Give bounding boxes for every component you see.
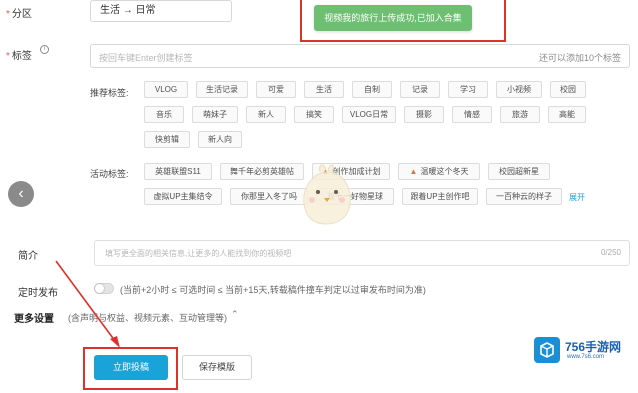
recommended-tag[interactable]: 情感	[452, 106, 492, 123]
recommended-tag[interactable]: VLOG	[144, 81, 188, 98]
annotation-arrow-icon	[55, 260, 120, 348]
upload-success-toast: 视频我的旅行上传成功,已加入合集	[314, 5, 472, 31]
tags-label: * 标签	[6, 51, 32, 62]
recommended-tag[interactable]: 音乐	[144, 106, 184, 123]
category-select[interactable]: 生活 → 日常	[90, 0, 232, 22]
fire-icon: ▲	[409, 167, 418, 176]
activity-tag[interactable]: 跟着UP主创作吧	[402, 188, 478, 205]
tag-remaining-hint: 还可以添加10个标签	[538, 53, 621, 63]
watermark-url: www.7s6.com	[567, 354, 605, 360]
recommended-tag[interactable]: 新人向	[198, 131, 242, 148]
recommended-tag[interactable]: 搞笑	[294, 106, 334, 123]
recommended-tag[interactable]: 新人	[246, 106, 286, 123]
submit-button[interactable]: 立即投稿	[94, 355, 168, 380]
mascot-illustration	[303, 164, 351, 225]
description-textarea[interactable]: 填写更全面的相关信息,让更多的人能找到你的视频吧 0/250	[94, 240, 630, 266]
recommended-tag[interactable]: 萌妹子	[192, 106, 238, 123]
activity-tags-label: 活动标签:	[90, 169, 129, 179]
activity-tag[interactable]: 一百种云的样子	[486, 188, 562, 205]
activity-tag[interactable]: 虚拟UP主集结令	[144, 188, 222, 205]
recommended-tag[interactable]: 旅游	[500, 106, 540, 123]
description-char-count: 0/250	[600, 248, 621, 257]
category-label: * 分区	[6, 9, 32, 20]
site-logo-icon	[534, 337, 560, 363]
save-template-button[interactable]: 保存模版	[182, 355, 252, 380]
schedule-hint: (当前+2小时 ≤ 可选时间 ≤ 当前+15天,转载稿件撞车判定以过审发布时间为…	[120, 285, 426, 295]
recommended-tag[interactable]: 生活	[304, 81, 344, 98]
recommended-tag[interactable]: 学习	[448, 81, 488, 98]
chevron-up-icon[interactable]: ⌃	[231, 309, 239, 320]
recommended-tag[interactable]: 可爱	[256, 81, 296, 98]
chevron-left-icon[interactable]: ‹	[8, 181, 34, 207]
activity-tag[interactable]: 校园超新星	[488, 163, 550, 180]
recommended-tag[interactable]: VLOG日常	[342, 106, 396, 123]
expand-tags-link[interactable]: 展开	[569, 192, 585, 203]
recommended-tag[interactable]: 摄影	[404, 106, 444, 123]
info-icon[interactable]: i	[40, 45, 49, 54]
recommended-tags-label: 推荐标签:	[90, 88, 129, 98]
tag-input[interactable]: 按回车键Enter创建标签 还可以添加10个标签	[90, 44, 630, 68]
recommended-tag[interactable]: 校园	[550, 81, 586, 98]
recommended-tag[interactable]: 自制	[352, 81, 392, 98]
watermark-title: 756手游网	[565, 340, 622, 354]
recommended-tag[interactable]: 快剪辑	[144, 131, 190, 148]
activity-tag[interactable]: 英雄联盟S11	[144, 163, 212, 180]
recommended-tag[interactable]: 生活记录	[196, 81, 248, 98]
recommended-tag[interactable]: 记录	[400, 81, 440, 98]
description-placeholder: 填写更全面的相关信息,让更多的人能找到你的视频吧	[105, 249, 292, 258]
description-label: 简介	[18, 251, 38, 262]
activity-tag-hot[interactable]: ▲ 温暖这个冬天	[398, 163, 480, 180]
tag-input-placeholder: 按回车键Enter创建标签	[99, 53, 193, 63]
recommended-tag[interactable]: 高能	[548, 106, 586, 123]
recommended-tag[interactable]: 小视频	[496, 81, 542, 98]
